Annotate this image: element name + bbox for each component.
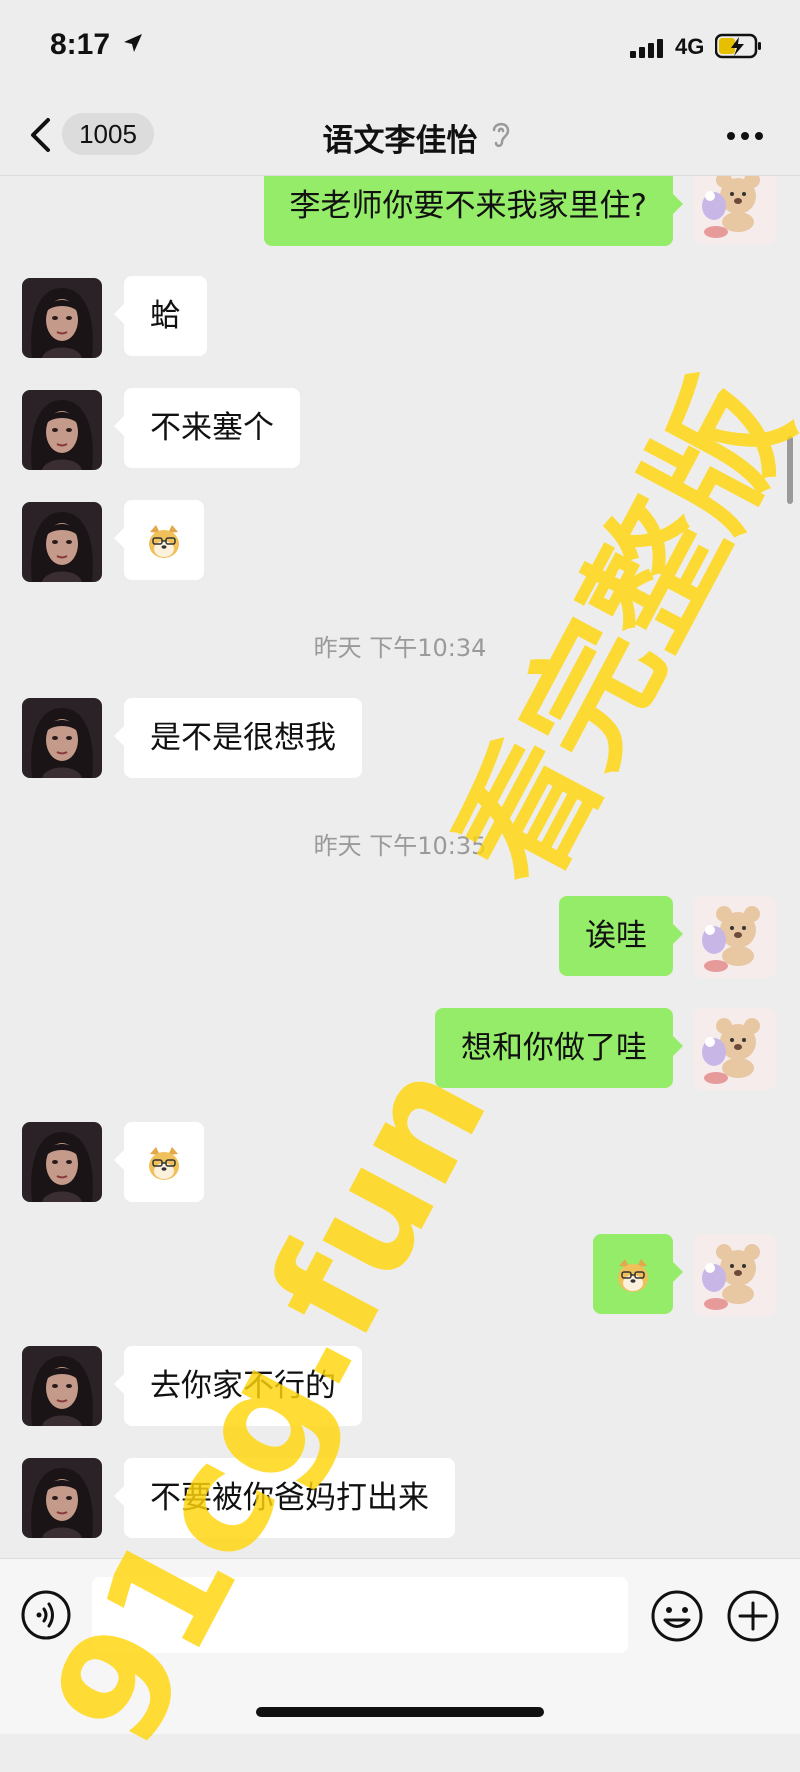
- voice-icon[interactable]: [20, 1589, 72, 1641]
- scrollbar-thumb[interactable]: [787, 436, 793, 504]
- more-options-icon[interactable]: [726, 131, 764, 141]
- sent-message-bubble[interactable]: 诶哇: [559, 896, 683, 976]
- emoji-icon[interactable]: [650, 1589, 704, 1643]
- message-timestamp: 昨天 下午10:35: [313, 832, 487, 860]
- input-bar: [0, 1558, 800, 1734]
- received-message-bubble[interactable]: 不来塞个: [114, 388, 300, 468]
- ear-receiver-icon: [492, 122, 510, 148]
- woman-portrait-avatar[interactable]: [22, 698, 102, 778]
- received-message-bubble[interactable]: 是不是很想我: [114, 698, 362, 778]
- woman-portrait-avatar[interactable]: [22, 502, 102, 582]
- message-timestamp: 昨天 下午10:34: [313, 634, 487, 662]
- bear-sticker-avatar[interactable]: [694, 1234, 776, 1316]
- signal-icon: [630, 39, 663, 58]
- chat-header: 1005 语文李佳怡: [0, 95, 800, 176]
- received-message-bubble[interactable]: 蛤: [114, 276, 207, 356]
- received-message-bubble[interactable]: 去你家不行的: [114, 1346, 362, 1426]
- message-input[interactable]: [92, 1577, 628, 1653]
- location-arrow-icon: [124, 34, 142, 52]
- plus-icon[interactable]: [726, 1589, 780, 1643]
- woman-portrait-avatar[interactable]: [22, 1346, 102, 1426]
- woman-portrait-avatar[interactable]: [22, 278, 102, 358]
- network-label: 4G: [675, 34, 705, 59]
- doge-sticker-icon: [617, 1257, 649, 1293]
- message-list[interactable]: 李老师你要不来我家里住? 蛤 不来塞个 昨天 下午10:34 是不是很想我 昨天…: [0, 176, 800, 1558]
- woman-portrait-avatar[interactable]: [22, 1458, 102, 1538]
- woman-portrait-avatar[interactable]: [22, 1122, 102, 1202]
- bear-sticker-avatar[interactable]: [694, 896, 776, 978]
- doge-sticker-icon: [148, 523, 180, 559]
- received-sticker-bubble[interactable]: [114, 1122, 204, 1202]
- sent-message-bubble[interactable]: 李老师你要不来我家里住?: [263, 176, 684, 246]
- woman-portrait-avatar[interactable]: [22, 390, 102, 470]
- received-sticker-bubble[interactable]: [114, 500, 204, 580]
- sent-sticker-bubble[interactable]: [593, 1234, 683, 1314]
- sent-message-bubble[interactable]: 想和你做了哇: [435, 1008, 683, 1088]
- battery-charging-icon: [715, 33, 761, 59]
- bear-sticker-avatar[interactable]: [694, 1008, 776, 1090]
- received-message-bubble[interactable]: 不要被你爸妈打出来: [114, 1458, 455, 1538]
- status-time: 8:17: [50, 28, 111, 61]
- chat-title: 语文李佳怡: [322, 123, 478, 159]
- doge-sticker-icon: [148, 1145, 180, 1181]
- home-indicator: [256, 1707, 544, 1717]
- status-bar: 8:17 4G: [0, 0, 800, 95]
- bear-sticker-avatar[interactable]: [694, 176, 776, 244]
